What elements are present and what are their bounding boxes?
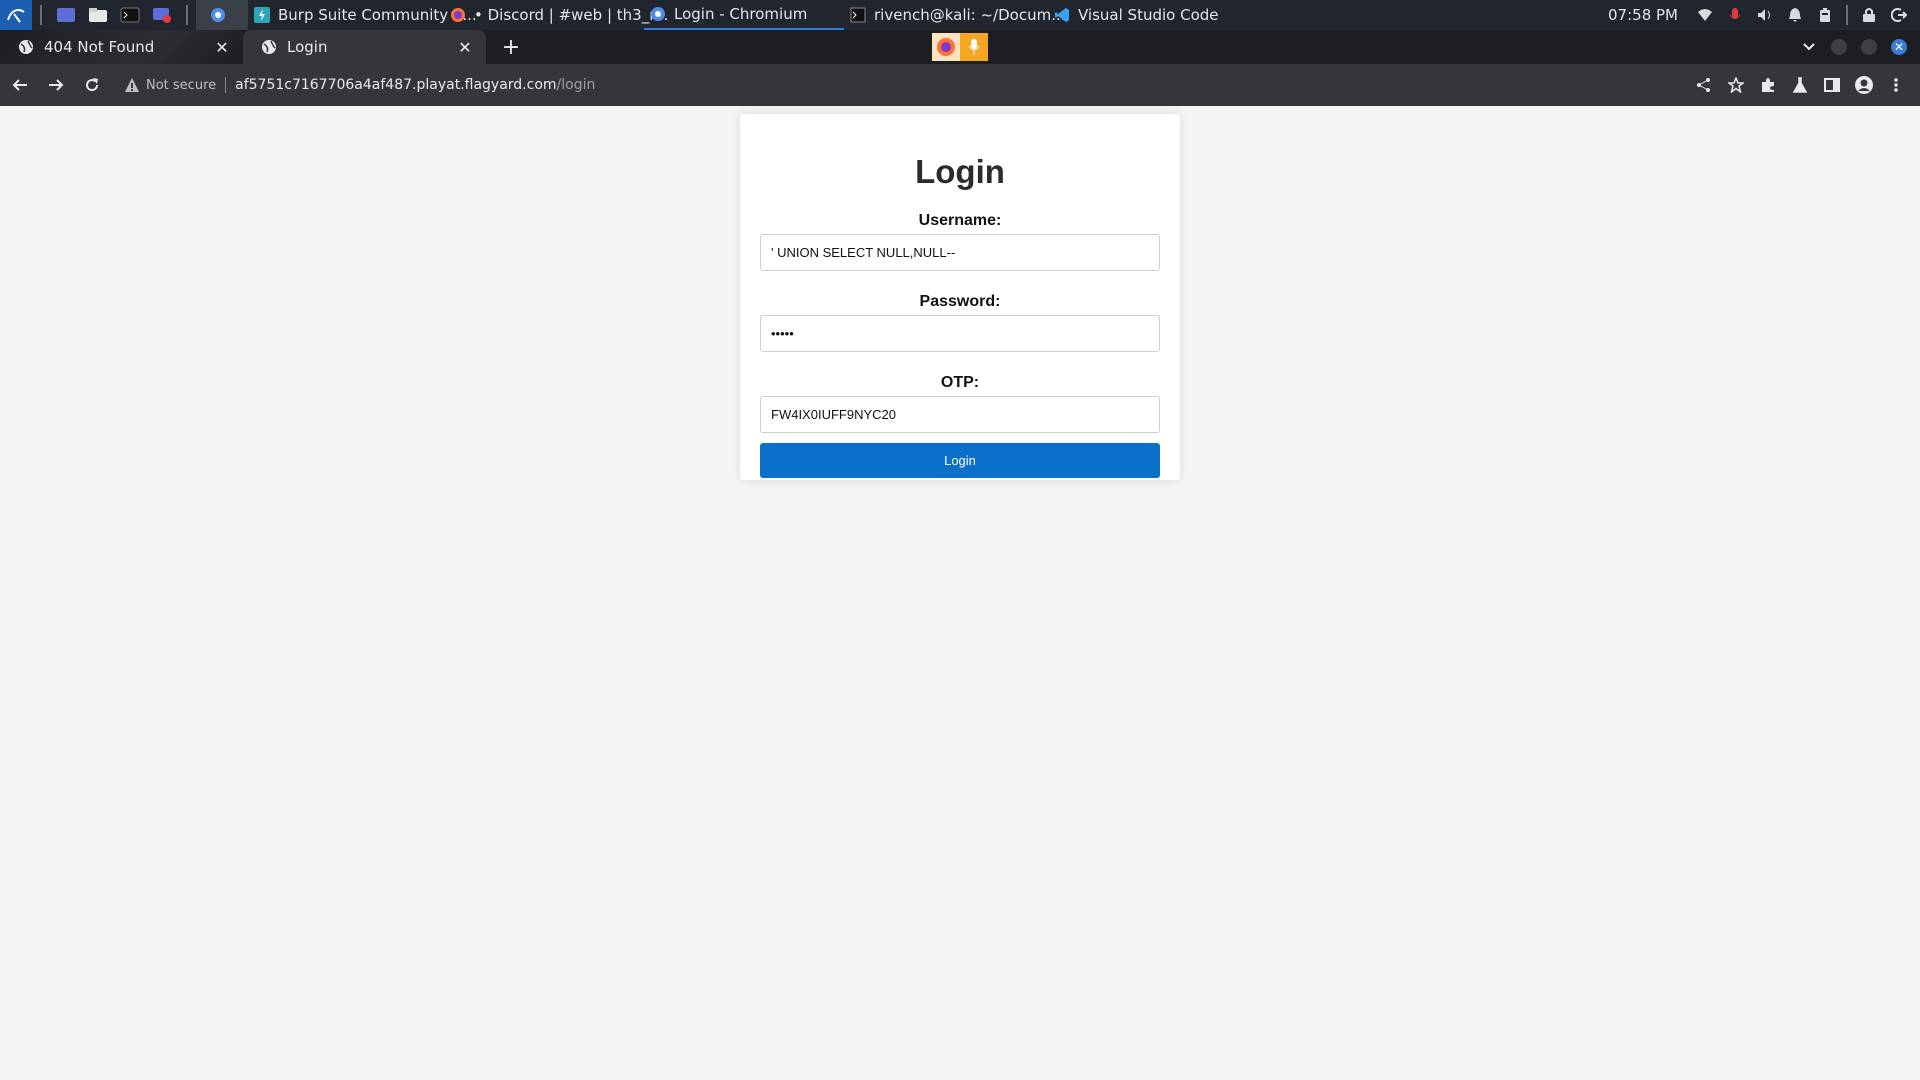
tray-separator: [1846, 5, 1848, 25]
security-status-label[interactable]: Not secure: [146, 78, 216, 93]
kali-menu-icon[interactable]: [0, 0, 32, 30]
side-panel-icon[interactable]: [1820, 73, 1844, 97]
tab-label: 404 Not Found: [44, 38, 155, 56]
tab-login[interactable]: Login ✕: [243, 30, 486, 64]
password-input[interactable]: •••••: [760, 315, 1160, 352]
os-taskbar: Burp Suite Community E... • Discord | #w…: [0, 0, 1920, 30]
close-icon: ✕: [1891, 39, 1907, 55]
page-title: Login: [915, 153, 1005, 190]
url-host[interactable]: af5751c7167706a4af487.playat.flagyard.co…: [235, 77, 556, 93]
lock-screen-icon[interactable]: [1859, 5, 1879, 25]
firefox-icon[interactable]: [932, 33, 960, 61]
otp-input[interactable]: FW4IX0IUFF9NYC20: [760, 396, 1160, 433]
login-card: Login Username: ' UNION SELECT NULL,NULL…: [740, 114, 1180, 480]
minimize-icon: [1831, 39, 1847, 55]
back-button[interactable]: [4, 69, 36, 101]
microphone-icon[interactable]: [960, 33, 988, 61]
login-button[interactable]: Login: [760, 443, 1160, 478]
toolbar-actions: [1688, 64, 1912, 106]
clock[interactable]: 07:58 PM: [1608, 6, 1678, 24]
new-tab-button[interactable]: +: [494, 30, 528, 64]
floating-widget[interactable]: [932, 33, 988, 61]
reload-button[interactable]: [76, 69, 108, 101]
reload-icon: [86, 78, 99, 92]
tab-label: Login: [287, 38, 328, 56]
vscode-icon: [1054, 7, 1070, 23]
chromium-icon: [650, 6, 666, 22]
arrow-right-icon: [49, 79, 64, 91]
maximize-button[interactable]: [1858, 36, 1880, 58]
extensions-puzzle-icon[interactable]: [1756, 73, 1780, 97]
globe-icon: [19, 40, 33, 54]
browser-tab-strip: 404 Not Found ✕ Login ✕ + ✕: [0, 30, 1920, 64]
maximize-icon: [1861, 39, 1877, 55]
taskbar-window-label: Login - Chromium: [674, 5, 808, 23]
password-label: Password:: [919, 293, 1001, 310]
window-list: Burp Suite Community E... • Discord | #w…: [196, 0, 1219, 30]
otp-label: OTP:: [940, 374, 980, 391]
taskbar-window-discord[interactable]: • Discord | #web | th3_r...: [444, 0, 668, 30]
tab-search-chevron-down-icon[interactable]: [1798, 36, 1820, 58]
terminal-launcher-icon[interactable]: [118, 4, 142, 26]
logout-icon[interactable]: [1889, 5, 1909, 25]
terminal-icon: [850, 7, 866, 23]
profile-avatar-icon[interactable]: [1852, 73, 1876, 97]
omnibox-divider: [225, 77, 227, 93]
taskbar-separator: [186, 5, 188, 25]
bookmark-star-icon[interactable]: [1724, 73, 1748, 97]
taskbar-window-login-chromium[interactable]: Login - Chromium: [644, 0, 844, 30]
minimize-button[interactable]: [1828, 36, 1850, 58]
window-controls: ✕: [1794, 30, 1914, 64]
firefox-icon: [450, 7, 466, 23]
system-tray: 07:58 PM: [1608, 0, 1920, 30]
battery-icon[interactable]: [1815, 5, 1835, 25]
page-viewport: Login Username: ' UNION SELECT NULL,NULL…: [0, 106, 1920, 1080]
screenshot-launcher-icon[interactable]: [150, 4, 174, 26]
volume-icon[interactable]: [1755, 5, 1775, 25]
burp-icon: [254, 7, 270, 23]
username-input[interactable]: ' UNION SELECT NULL,NULL--: [760, 234, 1160, 271]
taskbar-window-vscode[interactable]: Visual Studio Code: [1048, 0, 1219, 30]
forward-button[interactable]: [40, 69, 72, 101]
arrow-left-icon: [12, 79, 27, 91]
labs-flask-icon[interactable]: [1788, 73, 1812, 97]
taskbar-separator: [40, 5, 42, 25]
launcher-group: [0, 0, 196, 30]
notification-bell-icon[interactable]: [1785, 5, 1805, 25]
taskbar-window-terminal[interactable]: rivench@kali: ~/Docum...: [844, 0, 1066, 30]
tab-close-icon[interactable]: ✕: [213, 38, 231, 57]
chromium-icon: [210, 7, 226, 23]
warning-triangle-icon[interactable]: [124, 77, 140, 93]
microphone-muted-icon[interactable]: [1725, 5, 1745, 25]
globe-icon: [262, 40, 276, 54]
taskbar-window-label: • Discord | #web | th3_r...: [474, 6, 669, 24]
taskbar-window-burp[interactable]: Burp Suite Community E...: [248, 0, 477, 30]
taskbar-window-label: rivench@kali: ~/Docum...: [874, 6, 1066, 24]
close-window-button[interactable]: ✕: [1888, 36, 1910, 58]
desktop-launcher-icon[interactable]: [54, 4, 78, 26]
wifi-icon[interactable]: [1695, 5, 1715, 25]
kebab-menu-icon[interactable]: [1884, 73, 1908, 97]
tab-close-icon[interactable]: ✕: [456, 38, 474, 57]
share-icon[interactable]: [1692, 73, 1716, 97]
address-bar[interactable]: Not secure af5751c7167706a4af487.playat.…: [118, 69, 595, 101]
tab-404-not-found[interactable]: 404 Not Found ✕: [0, 30, 243, 64]
url-path[interactable]: /login: [557, 77, 596, 93]
username-label: Username:: [918, 212, 1002, 229]
taskbar-window-label: Visual Studio Code: [1078, 6, 1219, 24]
taskbar-window-chromium[interactable]: [196, 0, 248, 30]
browser-toolbar: Not secure af5751c7167706a4af487.playat.…: [0, 64, 1920, 106]
files-launcher-icon[interactable]: [86, 4, 110, 26]
